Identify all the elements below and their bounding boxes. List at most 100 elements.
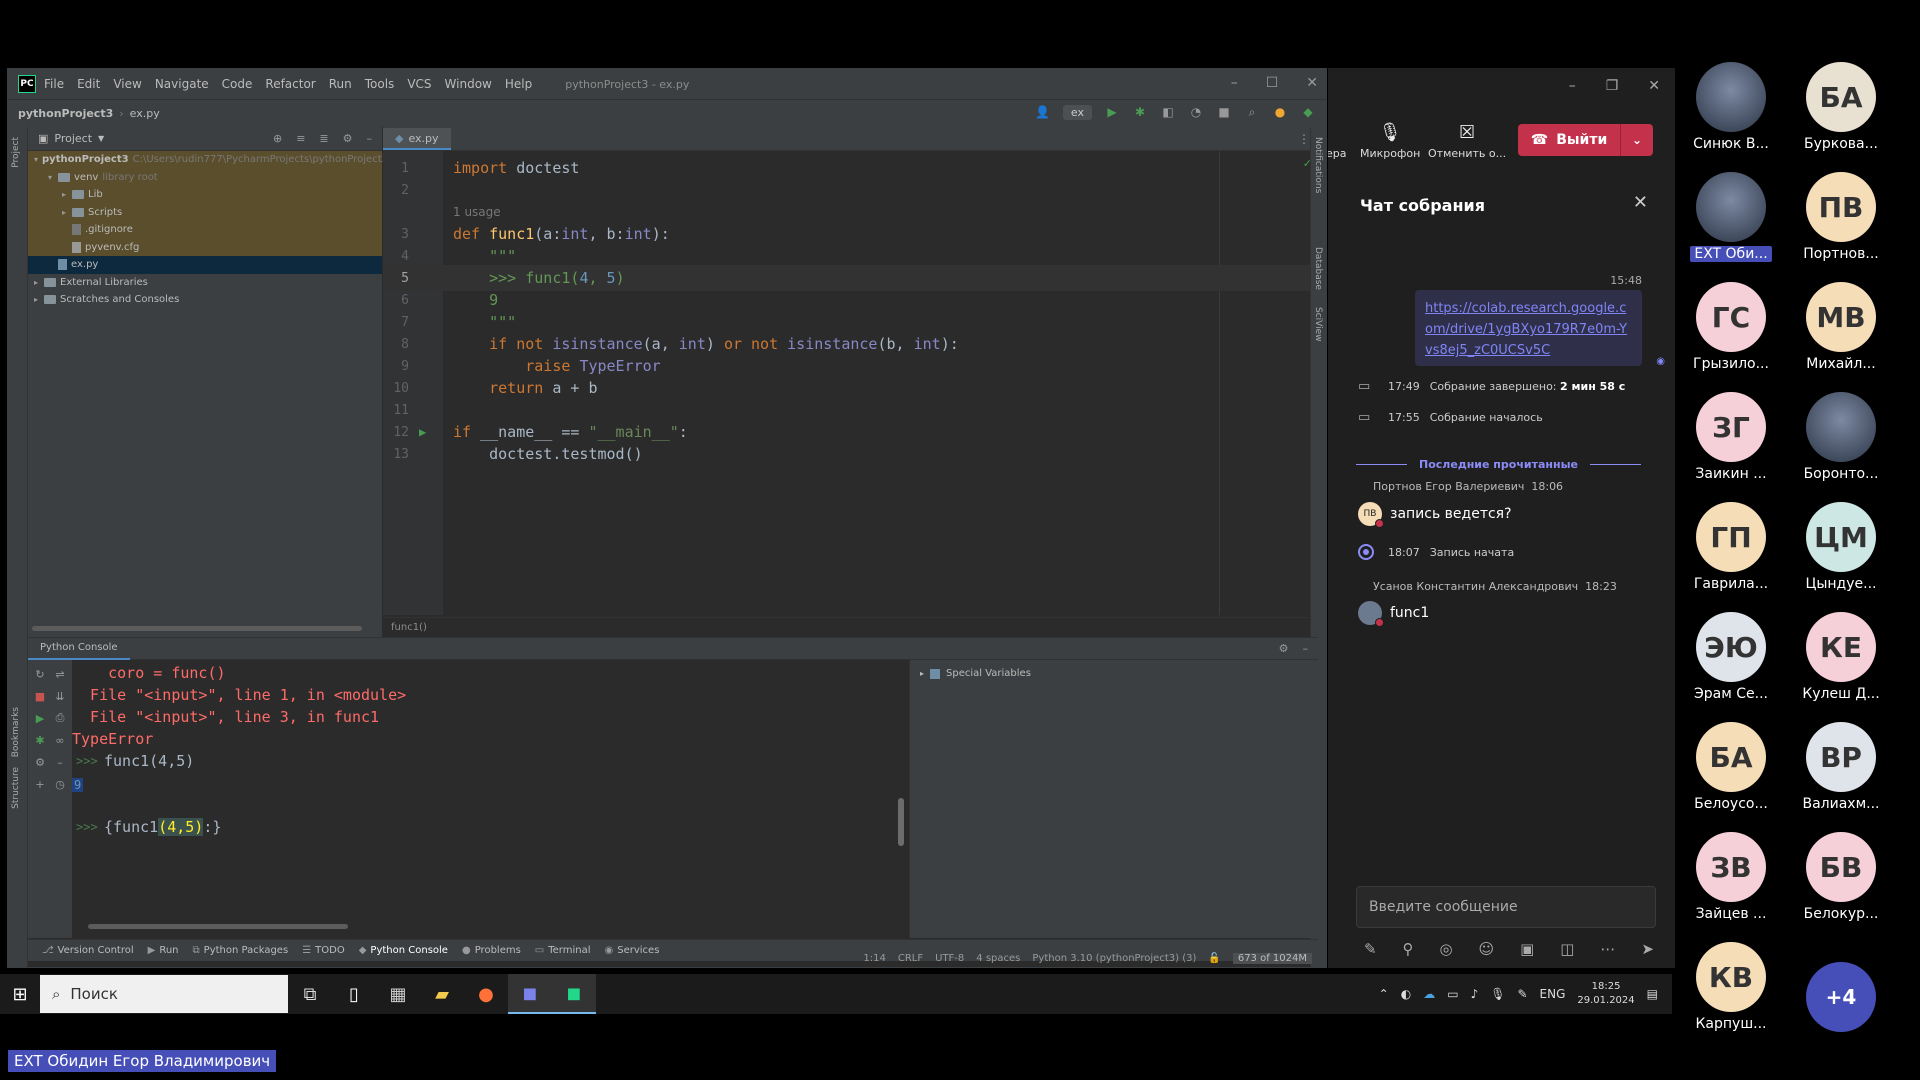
status-interpreter[interactable]: Python 3.10 (pythonProject3) (3) bbox=[1032, 953, 1196, 964]
tool-tab-todo[interactable]: ☰ TODO bbox=[302, 945, 345, 956]
language-indicator[interactable]: ENG bbox=[1540, 987, 1566, 1001]
tree-item[interactable]: ▸ Lib bbox=[28, 186, 382, 204]
onedrive-icon[interactable]: ☁ bbox=[1423, 987, 1435, 1001]
menu-code[interactable]: Code bbox=[222, 77, 253, 91]
notifications-icon[interactable]: ▤ bbox=[1647, 987, 1658, 1001]
participant-tile[interactable]: БА Буркова... bbox=[1786, 62, 1896, 162]
network-icon[interactable]: ◐ bbox=[1401, 987, 1411, 1001]
update-icon[interactable]: ● bbox=[1272, 104, 1288, 120]
participant-tile[interactable]: КЕ Кулеш Д... bbox=[1786, 612, 1896, 712]
leave-main[interactable]: ☎ Выйти bbox=[1518, 124, 1621, 156]
rerun-icon[interactable]: ↻ bbox=[32, 666, 48, 682]
hide-icon[interactable]: – bbox=[1303, 642, 1309, 655]
console-scrollbar-h[interactable] bbox=[88, 924, 348, 929]
own-message[interactable]: https://colab.research.google.com/drive/… bbox=[1415, 290, 1642, 366]
participant-tile[interactable]: Боронто... bbox=[1786, 392, 1896, 492]
participant-tile[interactable]: ЭЮ Эрам Се... bbox=[1676, 612, 1786, 712]
tab-python-console[interactable]: Python Console bbox=[28, 638, 130, 660]
message-link[interactable]: https://colab.research.google.com/drive/… bbox=[1425, 301, 1627, 358]
tab-ex-py[interactable]: ◆ ex.py bbox=[383, 128, 451, 150]
tree-item[interactable]: ▸ External Libraries bbox=[28, 274, 382, 292]
tree-item[interactable]: ▾ venv library root bbox=[28, 168, 382, 186]
breadcrumb[interactable]: func1() bbox=[383, 617, 1318, 637]
gear-icon[interactable]: ⚙ bbox=[32, 754, 48, 770]
leave-button[interactable]: ☎ Выйти ⌄ bbox=[1518, 124, 1653, 156]
print-icon[interactable]: ⎙ bbox=[52, 710, 68, 726]
menu-edit[interactable]: Edit bbox=[77, 77, 100, 91]
nav-project[interactable]: pythonProject3 bbox=[18, 107, 113, 120]
taskbar-search[interactable]: ⌕ Поиск bbox=[40, 975, 288, 1013]
tree-item[interactable]: .gitignore bbox=[28, 221, 382, 239]
tool-tab-problems[interactable]: ● Problems bbox=[462, 945, 521, 956]
participant-tile[interactable]: ГС Грызило... bbox=[1676, 282, 1786, 382]
stripe-bookmarks[interactable]: Bookmarks bbox=[11, 707, 21, 757]
participant-tile[interactable]: ЗГ Заикин ... bbox=[1676, 392, 1786, 492]
menu-help[interactable]: Help bbox=[505, 77, 532, 91]
expand-all-icon[interactable]: ≡ bbox=[296, 132, 305, 145]
minimize-icon[interactable]: – bbox=[1231, 75, 1238, 91]
execute-icon[interactable]: ▶ bbox=[32, 710, 48, 726]
stop-icon[interactable]: ■ bbox=[1216, 104, 1232, 120]
tree-item[interactable]: ex.py bbox=[28, 256, 382, 274]
usage-hint[interactable]: 1 usage bbox=[453, 205, 501, 219]
camera-button[interactable]: ера bbox=[1328, 122, 1347, 160]
hide-icon[interactable]: – bbox=[367, 132, 373, 145]
tool-tab-terminal[interactable]: ▭ Terminal bbox=[535, 945, 591, 956]
stripe-structure[interactable]: Structure bbox=[11, 767, 21, 809]
calculator-icon[interactable]: ▦ bbox=[376, 974, 420, 1014]
chevron-right-icon[interactable]: ▸ bbox=[920, 669, 924, 678]
notepad-icon[interactable]: ▯ bbox=[332, 974, 376, 1014]
run-config-select[interactable]: ex bbox=[1062, 104, 1092, 120]
menu-navigate[interactable]: Navigate bbox=[155, 77, 209, 91]
close-icon[interactable]: ✕ bbox=[1648, 78, 1660, 94]
chat-message[interactable]: func1 bbox=[1358, 601, 1429, 627]
loop-icon[interactable]: ◎ bbox=[1439, 940, 1452, 958]
participant-tile[interactable]: БВ Белокур... bbox=[1786, 832, 1896, 932]
scroll-end-icon[interactable]: ⇊ bbox=[52, 688, 68, 704]
locate-icon[interactable]: ⊕ bbox=[273, 132, 282, 145]
chevron-right-icon[interactable]: ▸ bbox=[34, 278, 44, 287]
close-icon[interactable]: ✕ bbox=[1633, 192, 1648, 213]
debug-icon[interactable]: ✱ bbox=[32, 732, 48, 748]
stop-sharing-button[interactable]: ☒ Отменить о... bbox=[1428, 122, 1506, 160]
menu-file[interactable]: File bbox=[44, 77, 64, 91]
status-indent[interactable]: 4 spaces bbox=[976, 953, 1020, 964]
close-icon[interactable]: ✕ bbox=[1306, 75, 1318, 91]
stripe-database[interactable]: Database bbox=[1313, 247, 1323, 290]
project-scrollbar[interactable] bbox=[32, 626, 362, 631]
tool-tab-python-packages[interactable]: ⧉ Python Packages bbox=[193, 945, 289, 956]
tree-item[interactable]: ▸ Scratches and Consoles bbox=[28, 291, 382, 309]
participant-tile[interactable]: КВ Карпуш... bbox=[1676, 942, 1786, 1042]
tool-tab-services[interactable]: ◉ Services bbox=[605, 945, 660, 956]
chevron-down-icon[interactable]: ▾ bbox=[34, 155, 38, 164]
collapse-all-icon[interactable]: ≣ bbox=[319, 132, 328, 145]
gear-icon[interactable]: ⚙ bbox=[1279, 642, 1289, 655]
participant-tile[interactable]: БА Белоусо... bbox=[1676, 722, 1786, 822]
coverage-icon[interactable]: ◧ bbox=[1160, 104, 1176, 120]
mic-button[interactable]: 🎙 Микрофон bbox=[1360, 122, 1420, 160]
participant-tile[interactable]: ЦМ Цындуе... bbox=[1786, 502, 1896, 602]
pen-icon[interactable]: ✎ bbox=[1517, 987, 1527, 1001]
participant-tile[interactable]: ВР Валиахм... bbox=[1786, 722, 1896, 822]
volume-icon[interactable]: ♪ bbox=[1471, 987, 1479, 1001]
pycharm-icon[interactable]: ◼ bbox=[552, 974, 596, 1014]
special-variables-row[interactable]: ▸ Special Variables bbox=[920, 668, 1031, 679]
gif-icon[interactable]: ▣ bbox=[1520, 940, 1534, 958]
participant-tile[interactable]: ПВ Портнов... bbox=[1786, 172, 1896, 272]
chevron-down-icon[interactable]: ▾ bbox=[48, 173, 58, 182]
message-input[interactable]: Введите сообщение bbox=[1356, 886, 1656, 928]
code-area[interactable]: 1 import doctest 2 1 usage 3 def func1(a… bbox=[383, 151, 1318, 615]
maximize-icon[interactable]: ☐ bbox=[1266, 75, 1279, 91]
more-participants-button[interactable]: +4 bbox=[1806, 962, 1876, 1032]
menu-view[interactable]: View bbox=[113, 77, 141, 91]
participant-tile[interactable]: МВ Михайл... bbox=[1786, 282, 1896, 382]
chevron-down-icon[interactable]: ⌄ bbox=[1621, 133, 1653, 147]
menu-run[interactable]: Run bbox=[329, 77, 352, 91]
menu-vcs[interactable]: VCS bbox=[407, 77, 431, 91]
chevron-down-icon[interactable]: ▼ bbox=[98, 134, 104, 143]
clock[interactable]: 18:25 29.01.2024 bbox=[1577, 980, 1634, 1008]
run-gutter-icon[interactable]: ▶ bbox=[419, 425, 426, 439]
participant-tile[interactable]: +4 bbox=[1786, 942, 1896, 1042]
chevron-right-icon[interactable]: ▸ bbox=[62, 190, 72, 199]
console-current-input[interactable]: {func1(4,5):} bbox=[104, 818, 221, 836]
